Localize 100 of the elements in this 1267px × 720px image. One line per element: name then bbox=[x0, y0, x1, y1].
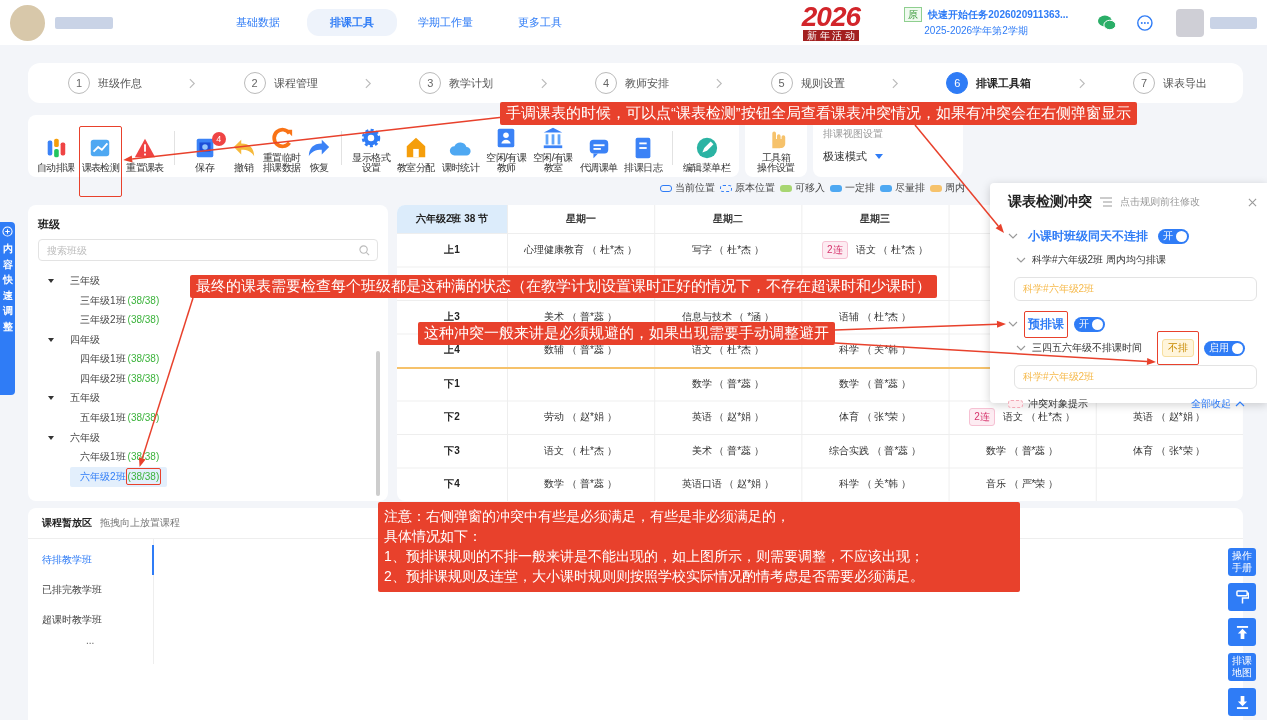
tool-button[interactable]: 重置临时 排课数据 bbox=[261, 126, 302, 173]
lesson-entry[interactable]: 体育 （ 张*荣 ） bbox=[838, 410, 912, 425]
tree-group[interactable]: 五年级 bbox=[70, 391, 100, 406]
lesson-entry[interactable]: 劳动 （ 赵*娟 ） bbox=[544, 410, 617, 425]
caret-icon[interactable] bbox=[48, 337, 54, 342]
side-button[interactable] bbox=[1228, 618, 1256, 646]
lesson-entry[interactable]: 数学 （ 普*蕊 ） bbox=[691, 376, 764, 391]
lesson-entry[interactable]: 音乐 （ 严*荣 ） bbox=[986, 477, 1059, 492]
tool-button[interactable]: 课表检测 bbox=[80, 136, 121, 173]
lesson-entry[interactable]: 体育 （ 张*荣 ） bbox=[1133, 443, 1206, 458]
step-label[interactable]: 课程管理 bbox=[273, 75, 318, 91]
lesson-entry[interactable]: 2连 语文 （ 杜*杰 ） bbox=[822, 240, 928, 259]
nav-tab[interactable]: 学期工作量 bbox=[400, 9, 491, 36]
toggle-switch[interactable]: 开 bbox=[1074, 316, 1105, 332]
tool-button[interactable]: 排课日志 bbox=[623, 136, 664, 173]
rule-link[interactable]: 预排课 bbox=[1028, 315, 1064, 333]
annotation-note: 注意：右侧弹窗的冲突中有些是必须满足，有些是非必须满足的， 具体情况如下： 1、预排课规则的不排一般来讲是不能出现的，如上图所示，则需要调整，不应该出现； 2、预排课规则及连堂，大小课时规则则按照学校实际情况酌情考虑是否需要必须满足。 bbox=[378, 502, 1020, 592]
lesson-entry[interactable]: 美术 （ 普*蕊 ） bbox=[691, 443, 764, 458]
caret-icon[interactable] bbox=[48, 396, 54, 401]
step-label[interactable]: 课表导出 bbox=[1162, 75, 1207, 91]
tree-item[interactable]: 三年级1班 (38/38) bbox=[70, 290, 168, 311]
tool-button[interactable]: 空闲/有课 教师 bbox=[485, 126, 528, 173]
side-button[interactable]: 操作 手册 bbox=[1228, 548, 1256, 576]
step-label[interactable]: 规则设置 bbox=[800, 75, 845, 91]
lesson-entry[interactable]: 科学 （ 关*韩 ） bbox=[838, 477, 912, 492]
side-button[interactable] bbox=[1228, 583, 1256, 611]
logo-caption: 新 年 活 动 bbox=[802, 30, 860, 41]
side-button[interactable] bbox=[1228, 688, 1256, 716]
tool-settings-button[interactable]: 工具箱 操作设置 bbox=[757, 126, 795, 177]
search-field[interactable]: 搜索班级 bbox=[38, 239, 378, 261]
lesson-entry[interactable]: 英语 （ 赵*娟 ） bbox=[691, 410, 764, 425]
lesson-entry[interactable]: 心理健康教育 （ 杜*杰 ） bbox=[524, 242, 637, 257]
tree-group[interactable]: 四年级 bbox=[70, 332, 100, 347]
consecutive-tag: 2连 bbox=[822, 240, 848, 259]
side-button[interactable]: 排课 地图 bbox=[1228, 653, 1256, 681]
tool-button[interactable]: 显示格式 设置 bbox=[351, 126, 392, 173]
tool-button[interactable]: 教室分配 bbox=[396, 136, 436, 173]
avatar[interactable] bbox=[10, 4, 46, 41]
tool-button[interactable]: 4 保存 bbox=[183, 132, 226, 173]
lesson-entry[interactable]: 2连 语文 （ 杜*杰 ） bbox=[969, 408, 1076, 427]
lesson-entry[interactable]: 信息与技术 （ *涵 ） bbox=[681, 309, 774, 324]
lesson-entry[interactable]: 语辅 （ 杜*杰 ） bbox=[838, 309, 912, 324]
chevron-icon[interactable] bbox=[1016, 257, 1026, 263]
tool-button[interactable]: 空闲/有课 教室 bbox=[532, 126, 574, 173]
lesson-entry[interactable]: 数学 （ 普*蕊 ） bbox=[544, 477, 617, 492]
lesson-entry[interactable]: 英语口语 （ 赵*娟 ） bbox=[681, 477, 774, 492]
nav-tab[interactable]: 更多工具 bbox=[494, 9, 585, 36]
tool-button[interactable]: 编辑菜单栏 bbox=[682, 136, 732, 173]
mode-dropdown[interactable]: 极速模式 bbox=[823, 149, 954, 164]
rule-item[interactable]: 科学#六年级2班 周内均匀排课 bbox=[1032, 253, 1166, 267]
legend-label: 一定排 bbox=[845, 181, 875, 195]
tree-item[interactable]: 六年级2班 (38/38) bbox=[70, 466, 168, 487]
collapse-all-link[interactable]: 全部收起 bbox=[1191, 397, 1245, 411]
side-tab[interactable]: 内容快速调整 bbox=[0, 222, 15, 395]
nav-tab[interactable]: 排课工具 bbox=[306, 9, 397, 36]
tool-button[interactable]: 代调课单 bbox=[578, 136, 619, 173]
caret-icon[interactable] bbox=[48, 435, 54, 440]
wechat-icon[interactable] bbox=[1096, 13, 1117, 32]
toggle-switch[interactable]: 启用 bbox=[1204, 340, 1245, 356]
tree-item[interactable]: 四年级1班 (38/38) bbox=[70, 349, 168, 369]
class-list-tab[interactable]: 超课时教学班 bbox=[28, 605, 154, 635]
chevron-icon[interactable] bbox=[1016, 345, 1026, 351]
step-label[interactable]: 教师安排 bbox=[624, 75, 669, 91]
lesson-entry[interactable]: 语文 （ 杜*杰 ） bbox=[544, 443, 617, 458]
class-list-tab[interactable]: 待排教学班 bbox=[28, 545, 154, 575]
lesson-entry[interactable]: 综合实践 （ 普*蕊 ） bbox=[828, 443, 922, 458]
tool-button[interactable]: 自动排课 bbox=[36, 136, 76, 173]
rule-item[interactable]: 三四五六年级不排课时间 bbox=[1032, 341, 1142, 355]
chevron-icon[interactable] bbox=[1008, 321, 1018, 327]
tree-group[interactable]: 六年级 bbox=[70, 430, 100, 445]
chat-icon[interactable] bbox=[1136, 13, 1155, 32]
tree-item[interactable]: 三年级2班 (38/38) bbox=[70, 310, 168, 330]
rule-link[interactable]: 小课时班级同天不连排 bbox=[1028, 227, 1148, 245]
step-label[interactable]: 班级作息 bbox=[98, 75, 142, 91]
lesson-entry[interactable]: 数学 （ 普*蕊 ） bbox=[986, 443, 1059, 458]
task-link[interactable]: 快速开始任务2026020911363... bbox=[928, 7, 1069, 22]
lesson-entry[interactable]: 数辅 （ 普*蕊 ） bbox=[544, 343, 617, 358]
chevron-icon[interactable] bbox=[1008, 233, 1018, 239]
class-list-tab[interactable]: 已排完教学班 bbox=[28, 575, 154, 605]
tool-button[interactable]: 撤销 bbox=[230, 136, 257, 173]
lesson-entry[interactable]: 英语 （ 赵*娟 ） bbox=[1133, 410, 1206, 425]
tool-button[interactable]: 恢复 bbox=[306, 136, 333, 173]
lesson-entry[interactable]: 美术 （ 普*蕊 ） bbox=[544, 309, 617, 324]
tree-group[interactable]: 三年级 bbox=[70, 273, 100, 288]
refresh-icon bbox=[269, 126, 294, 150]
caret-icon[interactable] bbox=[48, 278, 54, 283]
lesson-entry[interactable]: 写字 （ 杜*杰 ） bbox=[691, 242, 764, 257]
toggle-switch[interactable]: 开 bbox=[1158, 228, 1189, 244]
lesson-entry[interactable]: 数学 （ 普*蕊 ） bbox=[838, 376, 912, 391]
tree-item[interactable]: 四年级2班 (38/38) bbox=[70, 368, 168, 389]
step-label[interactable]: 教学计划 bbox=[449, 75, 494, 91]
tool-button[interactable]: 课时统计 bbox=[440, 136, 481, 173]
nav-tab[interactable]: 基础数据 bbox=[212, 9, 303, 36]
blurred-name bbox=[55, 16, 113, 29]
close-icon[interactable] bbox=[1248, 197, 1257, 207]
avatar[interactable] bbox=[1176, 8, 1204, 37]
step-label[interactable]: 排课工具箱 bbox=[976, 75, 1032, 91]
scrollbar-thumb[interactable] bbox=[376, 351, 380, 496]
lesson-entry[interactable]: 语文 （ 杜*杰 ） bbox=[691, 343, 764, 358]
tool-button[interactable]: 重置课表 bbox=[125, 136, 165, 173]
